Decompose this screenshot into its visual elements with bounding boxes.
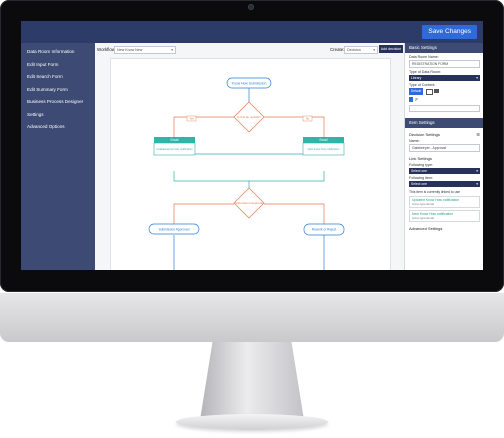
decision-label: Submission Approval <box>235 201 263 205</box>
image-icon[interactable] <box>434 89 439 93</box>
sidebar: Data Room Information Edit Input Form Ed… <box>21 43 95 270</box>
chevron-down-icon: ▾ <box>373 48 375 52</box>
linked-item[interactable]: New Know How notification Anne-type Emai… <box>409 210 480 222</box>
node-rework-or-reject[interactable]: Rework or Reject <box>303 223 345 236</box>
node-label: Submission Approved <box>159 227 190 231</box>
chevron-down-icon: ▾ <box>476 76 478 80</box>
node-label: Rework or Reject <box>312 228 337 232</box>
following-type-label: Following type: <box>409 163 433 167</box>
email-label: Updated know how notification <box>156 147 193 151</box>
chevron-down-icon: ▾ <box>476 169 478 173</box>
connector-yes-left <box>173 116 234 137</box>
create-select-value: Decision <box>347 48 361 52</box>
node-know-how-submission[interactable]: Know How Submission <box>226 77 272 89</box>
decision-is-update[interactable]: Is this an update? <box>233 101 265 133</box>
monitor-chin <box>0 292 504 342</box>
no-label: No <box>306 117 310 121</box>
chevron-down-icon: ▾ <box>476 182 478 186</box>
sidebar-item-edit-input-form[interactable]: Edit Input Form <box>21 59 95 72</box>
add-decision-button[interactable]: Add decision <box>379 45 403 53</box>
connector-left-email-decision2 <box>173 171 250 188</box>
node-submission-approved[interactable]: Submission Approved <box>148 223 200 235</box>
top-bar: Save Changes <box>21 21 483 43</box>
decision-label: Is this an update? <box>237 115 261 119</box>
sidebar-item-data-room-information[interactable]: Data Room Information <box>21 46 95 59</box>
sidebar-item-edit-summary-form[interactable]: Edit Summary Form <box>21 84 95 97</box>
workflow-select[interactable]: New Know New ▾ <box>114 46 176 54</box>
create-select[interactable]: Decision ▾ <box>344 46 378 54</box>
monitor-bezel: Save Changes Data Room Information Edit … <box>0 0 504 292</box>
content-type-row: Default <box>409 88 480 95</box>
decision-settings-label: Decision Settings <box>409 132 440 137</box>
basic-settings-header: Basic Settings <box>405 43 483 53</box>
email-title: Email <box>320 138 328 142</box>
connector-rework <box>264 203 325 224</box>
node-label: Know How Submission <box>232 82 267 86</box>
yes-label: Yes <box>189 117 194 121</box>
content-default-button[interactable]: Default <box>409 88 424 95</box>
app-screen: Save Changes Data Room Information Edit … <box>21 21 483 270</box>
linked-item-sub: Anne-type Email <box>412 216 435 220</box>
designer-toolbar: Workflow: New Know New ▾ Create: Decisio… <box>95 43 404 56</box>
content-extra-row: ℙ <box>409 97 480 103</box>
node-email-updated[interactable]: Email Updated know how notification <box>153 137 196 156</box>
decision-settings-title: Decision Settings ☰ <box>409 132 480 137</box>
sidebar-item-advanced-options[interactable]: Advanced Options <box>21 121 95 134</box>
link-settings-title: Link Settings <box>409 156 432 161</box>
connector-no-right <box>264 116 325 137</box>
following-item-select[interactable]: Select one ▾ <box>409 181 480 187</box>
advanced-settings-title: Advanced Settings <box>409 226 443 231</box>
chevron-down-icon: ▾ <box>171 48 173 52</box>
following-item-value: Select one <box>411 182 428 186</box>
following-item-label: Following item: <box>409 176 433 180</box>
linked-note: This item is currently linked to use <box>409 190 461 194</box>
settings-panel: Basic Settings Data Room Name: REGISTRAT… <box>404 43 483 270</box>
following-type-value: Select one <box>411 169 428 173</box>
monitor-base <box>176 414 328 430</box>
workflow-diagram: Know How Submission Is this an update? Y… <box>148 77 345 270</box>
linked-item-sub: Anne-type Email <box>412 202 435 206</box>
email-title: Email <box>171 138 179 142</box>
table-icon[interactable] <box>426 89 433 95</box>
monitor-stand <box>200 342 304 420</box>
linked-item[interactable]: Updated Know How notification Anne-type … <box>409 196 480 208</box>
save-changes-button[interactable]: Save Changes <box>422 25 477 39</box>
designer-area: Workflow: New Know New ▾ Create: Decisio… <box>95 43 404 270</box>
connector-right-email-decision2 <box>249 171 325 182</box>
email-label: New know how notification <box>308 147 340 151</box>
webcam-icon <box>248 4 254 10</box>
menu-icon[interactable]: ☰ <box>476 132 480 137</box>
sidebar-item-settings[interactable]: Settings <box>21 109 95 122</box>
file-icon[interactable]: ℙ <box>415 97 418 102</box>
room-name-input[interactable]: REGISTRATION FORM <box>409 60 480 68</box>
content-label: Type of Content: <box>409 83 436 87</box>
room-name-label: Data Room Name: <box>409 55 439 59</box>
room-type-value: Library <box>411 76 422 80</box>
connector-approved <box>173 203 234 224</box>
name-label: Name: <box>409 139 420 143</box>
name-input[interactable]: Gatekeeper - Approval <box>409 144 480 152</box>
create-label: Create: <box>330 47 345 52</box>
workflow-canvas[interactable]: Know How Submission Is this an update? Y… <box>110 58 391 270</box>
sidebar-item-edit-search-form[interactable]: Edit Search Form <box>21 71 95 84</box>
following-type-select[interactable]: Select one ▾ <box>409 168 480 174</box>
upload-icon[interactable] <box>409 97 413 102</box>
room-type-select[interactable]: Library ▾ <box>409 75 480 81</box>
type-label: Type of Data Room: <box>409 70 441 74</box>
sidebar-item-business-process-designer[interactable]: Business Process Designer <box>21 96 95 109</box>
decision-submission-approval[interactable]: Submission Approval <box>233 187 265 219</box>
node-email-new[interactable]: Email New know how notification <box>302 137 345 156</box>
content-input[interactable] <box>409 105 480 112</box>
workflow-select-value: New Know New <box>117 48 143 52</box>
item-settings-header: Item Settings <box>405 118 483 128</box>
